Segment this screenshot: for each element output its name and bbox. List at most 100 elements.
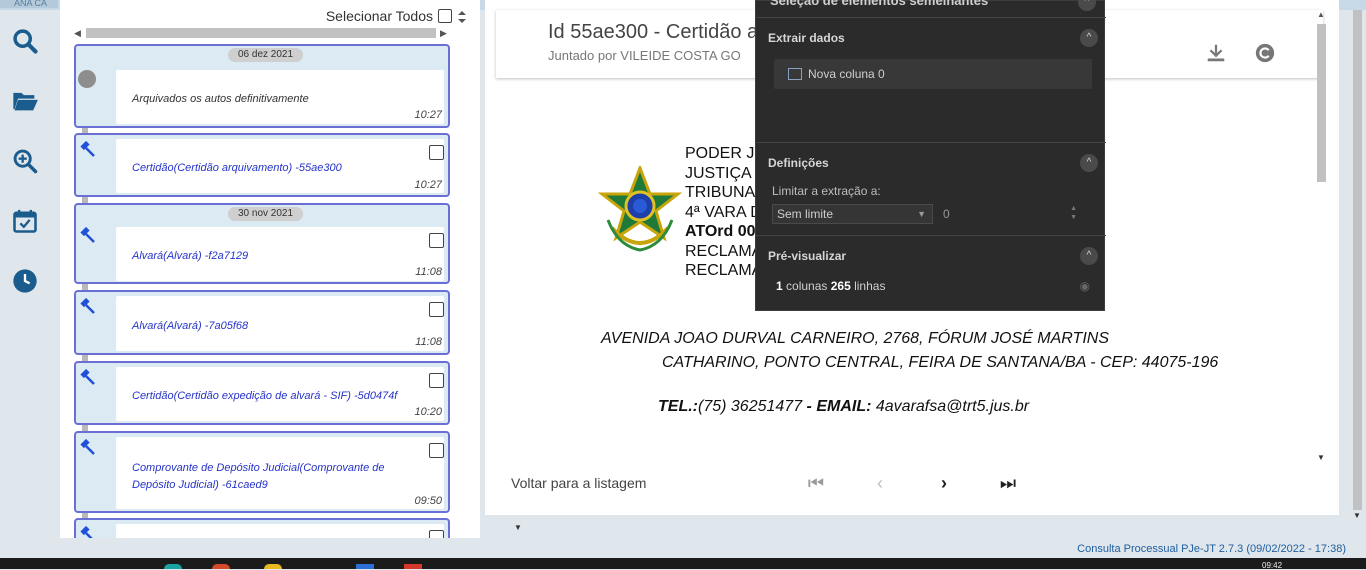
item-title[interactable]: Arquivados os autos definitivamente — [132, 91, 309, 108]
event-dot-icon — [78, 70, 96, 88]
item-checkbox[interactable] — [429, 145, 444, 160]
item-time: 10:27 — [414, 179, 442, 191]
scrollbar-thumb[interactable] — [86, 28, 436, 38]
gavel-icon — [80, 439, 95, 455]
item-time: 10:20 — [414, 406, 442, 418]
timeline-item[interactable]: Certidão(Certidão arquivamento) -55ae300… — [74, 133, 450, 197]
address-line: CATHARINO, PONTO CENTRAL, FEIRA DE SANTA… — [662, 354, 1219, 371]
last-page-icon[interactable]: ⏭ — [997, 472, 1019, 494]
item-checkbox[interactable] — [429, 373, 444, 388]
collapse-chevron-icon[interactable]: ^ — [1080, 29, 1098, 47]
data-extraction-panel: Seleção de elementos semelhantes ^ Extra… — [755, 0, 1106, 311]
document-subtitle: Juntado por VILEIDE COSTA GO — [548, 48, 741, 63]
number-spinner-icon[interactable]: ▲ ▼ — [1070, 204, 1077, 222]
chevron-down-icon: ▼ — [917, 209, 926, 219]
column-grid-icon — [788, 68, 802, 80]
item-title[interactable]: Certidão(Certidão arquivamento) -55ae300 — [132, 160, 342, 177]
taskbar-app-icon[interactable] — [164, 564, 182, 569]
section-title: Pré-visualizar — [768, 249, 847, 263]
item-checkbox[interactable] — [429, 233, 444, 248]
calendar-check-icon[interactable] — [10, 206, 40, 236]
left-navigation-rail — [0, 10, 50, 560]
address-line: AVENIDA JOAO DURVAL CARNEIRO, 2768, FÓRU… — [601, 330, 1109, 347]
item-title-line1[interactable]: Comprovante de Depósito Judicial(Comprov… — [132, 460, 385, 477]
refresh-icon[interactable] — [1254, 42, 1276, 64]
limit-number-value: 0 — [943, 207, 950, 221]
scroll-down-icon[interactable]: ▼ — [1353, 511, 1361, 520]
taskbar-app-icon[interactable] — [356, 564, 374, 569]
clock-icon[interactable] — [10, 266, 40, 296]
item-title[interactable]: Certidão(Certidão expedição de alvará - … — [132, 388, 397, 405]
timeline-item[interactable]: Certidão(Certidão expedição de alvará - … — [74, 361, 450, 425]
page-vertical-scrollbar[interactable]: ▼ — [1350, 10, 1364, 520]
timeline-panel: Selecionar Todos ◀ ▶ ▲ ▼ 06 dez 2021 Arq… — [60, 0, 524, 538]
scroll-down-icon[interactable]: ▼ — [514, 523, 522, 532]
next-page-icon[interactable]: › — [933, 472, 955, 494]
limit-select[interactable]: Sem limite ▼ — [772, 204, 933, 224]
taskbar-app-icon[interactable] — [212, 564, 230, 569]
scrollbar-thumb[interactable] — [1353, 10, 1362, 510]
limit-number-input[interactable]: 0 ▲ ▼ — [939, 204, 1089, 224]
timeline-item[interactable]: Comprovante de Depósito Judicial(Comprov… — [74, 431, 450, 513]
timeline-items: 06 dez 2021 Arquivados os autos definiti… — [74, 44, 450, 538]
similar-elements-title: Seleção de elementos semelhantes — [770, 0, 989, 8]
back-to-list-link[interactable]: Voltar para a listagem — [511, 475, 646, 491]
folder-open-icon[interactable] — [10, 86, 40, 116]
date-pill: 06 dez 2021 — [228, 48, 304, 62]
limit-select-value: Sem limite — [777, 207, 834, 221]
item-title[interactable]: Alvará(Alvará) -f2a7129 — [132, 248, 248, 265]
collapse-chevron-icon[interactable]: ^ — [1078, 0, 1096, 11]
item-checkbox[interactable] — [429, 443, 444, 458]
select-all[interactable]: Selecionar Todos — [326, 8, 452, 24]
scroll-left-icon[interactable]: ◀ — [74, 28, 81, 39]
taskbar-app-icon[interactable] — [404, 564, 422, 569]
gavel-icon — [80, 526, 93, 538]
scroll-right-icon[interactable]: ▶ — [440, 28, 447, 39]
item-time: 10:27 — [414, 109, 442, 121]
version-footer: Consulta Processual PJe-JT 2.7.3 (09/02/… — [1077, 543, 1346, 555]
os-taskbar: 09:42 — [0, 558, 1366, 570]
collapse-chevron-icon[interactable]: ^ — [1080, 154, 1098, 172]
item-time: 09:50 — [414, 495, 442, 507]
item-checkbox[interactable] — [429, 302, 444, 317]
timeline-item[interactable]: Alvará(Alvará) -7a05f68 11:08 — [74, 290, 450, 355]
zoom-in-icon[interactable] — [10, 146, 40, 176]
first-page-icon[interactable]: ⏮ — [805, 472, 827, 494]
gavel-icon — [80, 369, 95, 385]
collapse-chevron-icon[interactable]: ^ — [1080, 247, 1098, 265]
date-pill: 30 nov 2021 — [228, 207, 304, 221]
scroll-up-icon[interactable]: ▲ — [1317, 10, 1325, 19]
item-time: 11:08 — [415, 336, 442, 348]
select-all-label: Selecionar Todos — [325, 8, 433, 24]
download-icon[interactable] — [1205, 42, 1227, 64]
search-icon[interactable] — [10, 26, 40, 56]
item-checkbox[interactable] — [429, 530, 444, 538]
section-title: Extrair dados — [768, 31, 845, 45]
item-card[interactable] — [116, 524, 444, 538]
item-title[interactable]: Alvará(Alvará) -7a05f68 — [132, 318, 248, 335]
column-item[interactable]: Nova coluna 0 — [774, 59, 1092, 89]
timeline-item[interactable]: 30 nov 2021 Alvará(Alvará) -f2a7129 11:0… — [74, 203, 450, 284]
scroll-down-icon[interactable]: ▼ — [1317, 453, 1325, 462]
preview-section: Pré-visualizar ^ — [756, 235, 1106, 311]
horizontal-scrollbar[interactable]: ◀ ▶ — [72, 26, 514, 40]
contact-line: TEL.:(75) 36251477 - EMAIL: 4avarafsa@tr… — [658, 398, 1030, 415]
gavel-icon — [80, 141, 95, 157]
item-time: 11:08 — [415, 266, 442, 278]
limit-label: Limitar a extração a: — [772, 184, 881, 198]
sort-spinner-icon[interactable] — [457, 9, 467, 25]
document-vertical-scrollbar[interactable]: ▲ ▼ — [1314, 10, 1328, 462]
timeline-item[interactable] — [74, 518, 450, 538]
taskbar-app-icon[interactable] — [264, 564, 282, 569]
timeline-item[interactable]: 06 dez 2021 Arquivados os autos definiti… — [74, 44, 450, 128]
item-title-line2[interactable]: Depósito Judicial) -61caed9 — [132, 477, 268, 494]
previous-page-icon[interactable]: ‹ — [869, 472, 891, 494]
section-title: Definições — [768, 156, 829, 170]
eye-icon[interactable]: ◉ — [1080, 279, 1090, 293]
select-all-checkbox[interactable] — [438, 9, 452, 23]
document-title: Id 55ae300 - Certidão a — [548, 21, 759, 43]
gavel-icon — [80, 298, 95, 314]
scrollbar-thumb[interactable] — [1317, 24, 1326, 182]
column-name[interactable]: Nova coluna 0 — [808, 67, 885, 81]
top-tab[interactable]: ANA CA — [0, 0, 58, 8]
